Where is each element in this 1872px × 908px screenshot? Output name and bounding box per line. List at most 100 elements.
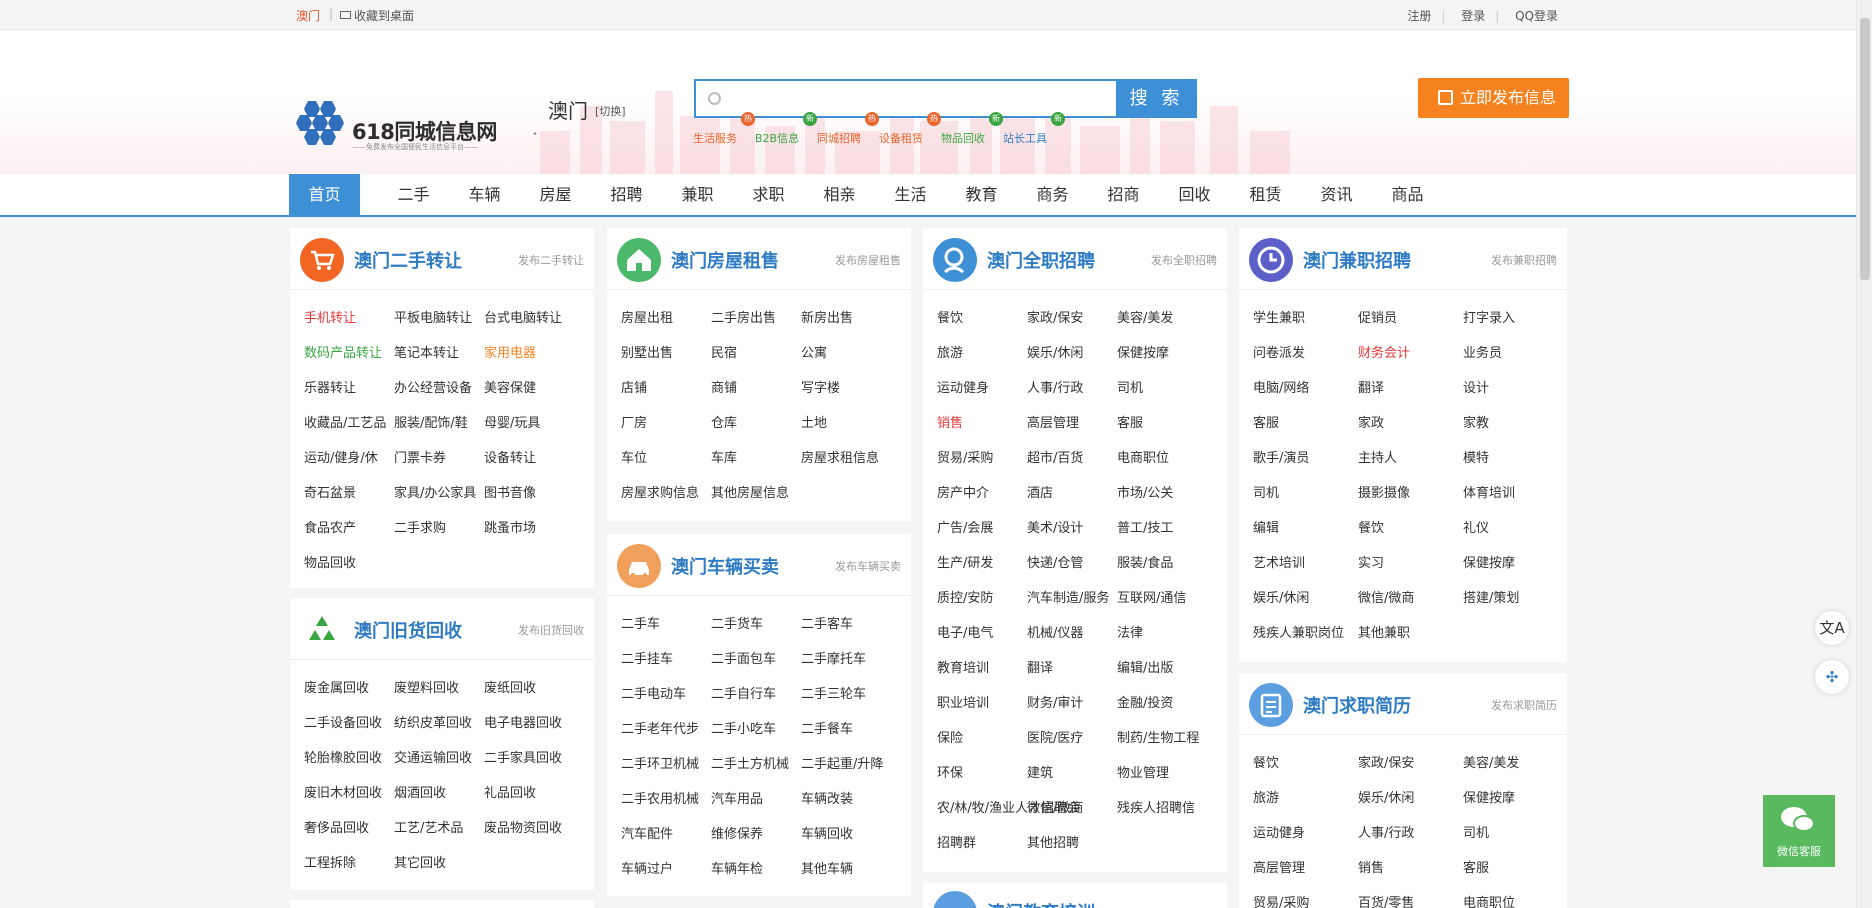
category-link[interactable]: 公寓 (801, 342, 827, 361)
category-link[interactable]: 司机 (1463, 822, 1489, 841)
category-link[interactable]: 二手老年代步 (621, 718, 699, 737)
category-link[interactable]: 保险 (937, 727, 963, 746)
add-favorite-link[interactable]: 收藏到桌面 (340, 7, 414, 24)
category-link[interactable]: 轮胎橡胶回收 (304, 747, 382, 766)
scrollbar[interactable] (1856, 0, 1872, 908)
login-link[interactable]: 登录 (1461, 9, 1485, 23)
category-link[interactable]: 财务会计 (1358, 342, 1410, 361)
category-link[interactable]: 环保 (937, 762, 963, 781)
category-link[interactable]: 写字楼 (801, 377, 840, 396)
nav-item[interactable]: 求职 (733, 174, 804, 215)
category-link[interactable]: 娱乐/休闲 (1253, 587, 1309, 606)
category-link[interactable]: 生产/研发 (937, 552, 993, 571)
category-link[interactable]: 娱乐/休闲 (1027, 342, 1083, 361)
category-link[interactable]: 车库 (711, 447, 737, 466)
quick-link[interactable]: 物品回收 (941, 130, 985, 146)
quick-link[interactable]: 同城招聘 (817, 130, 861, 146)
category-link[interactable]: 二手家具回收 (484, 747, 562, 766)
category-link[interactable]: 招聘群 (937, 832, 976, 851)
category-link[interactable]: 电商职位 (1463, 892, 1515, 908)
category-link[interactable]: 摄影摄像 (1358, 482, 1410, 501)
category-link[interactable]: 别墅出售 (621, 342, 673, 361)
category-link[interactable]: 母婴/玩具 (484, 412, 540, 431)
category-link[interactable]: 广告/会展 (937, 517, 993, 536)
nav-item[interactable]: 招商 (1088, 174, 1159, 215)
post-info-button[interactable]: 立即发布信息 (1418, 78, 1569, 118)
category-link[interactable]: 物业管理 (1117, 762, 1169, 781)
category-link[interactable]: 车辆回收 (801, 823, 853, 842)
category-link[interactable]: 美容/美发 (1463, 752, 1519, 771)
nav-item[interactable]: 首页 (289, 174, 360, 215)
panel-title[interactable]: 澳门求职简历 (1303, 692, 1411, 718)
category-link[interactable]: 搭建/策划 (1463, 587, 1519, 606)
category-link[interactable]: 超市/百货 (1027, 447, 1083, 466)
panel-post-link[interactable]: 发布车辆买卖 (835, 558, 901, 574)
panel-post-link[interactable]: 发布兼职招聘 (1491, 252, 1557, 268)
category-link[interactable]: 客服 (1463, 857, 1489, 876)
category-link[interactable]: 家教 (1463, 412, 1489, 431)
category-link[interactable]: 二手客车 (801, 613, 853, 632)
category-link[interactable]: 食品农产 (304, 517, 356, 536)
category-link[interactable]: 房屋出租 (621, 307, 673, 326)
category-link[interactable]: 汽车配件 (621, 823, 673, 842)
category-link[interactable]: 纺织皮革回收 (394, 712, 472, 731)
nav-item[interactable]: 回收 (1159, 174, 1230, 215)
category-link[interactable]: 运动健身 (937, 377, 989, 396)
category-link[interactable]: 图书音像 (484, 482, 536, 501)
category-link[interactable]: 残疾人兼职岗位 (1253, 622, 1344, 641)
category-link[interactable]: 娱乐/休闲 (1358, 787, 1414, 806)
category-link[interactable]: 二手房出售 (711, 307, 776, 326)
category-link[interactable]: 车辆改装 (801, 788, 853, 807)
nav-item[interactable]: 生活 (875, 174, 946, 215)
category-link[interactable]: 实习 (1358, 552, 1384, 571)
category-link[interactable]: 礼仪 (1463, 517, 1489, 536)
category-link[interactable]: 美术/设计 (1027, 517, 1083, 536)
category-link[interactable]: 奇石盆景 (304, 482, 356, 501)
panel-title[interactable]: 澳门全职招聘 (987, 247, 1095, 273)
panel-post-link[interactable]: 发布求职简历 (1491, 697, 1557, 713)
category-link[interactable]: 美容/美发 (1117, 307, 1173, 326)
category-link[interactable]: 二手小吃车 (711, 718, 776, 737)
category-link[interactable]: 二手起重/升降 (801, 753, 883, 772)
category-link[interactable]: 收藏品/工艺品 (304, 412, 386, 431)
category-link[interactable]: 美容保健 (484, 377, 536, 396)
category-link[interactable]: 二手面包车 (711, 648, 776, 667)
category-link[interactable]: 微信/微商 (1358, 587, 1414, 606)
category-link[interactable]: 废品物资回收 (484, 817, 562, 836)
category-link[interactable]: 车位 (621, 447, 647, 466)
category-link[interactable]: 设备转让 (484, 447, 536, 466)
category-link[interactable]: 跳蚤市场 (484, 517, 536, 536)
category-link[interactable]: 车辆年检 (711, 858, 763, 877)
category-link[interactable]: 旅游 (937, 342, 963, 361)
category-link[interactable]: 贸易/采购 (1253, 892, 1309, 908)
category-link[interactable]: 二手环卫机械 (621, 753, 699, 772)
category-link[interactable]: 酒店 (1027, 482, 1053, 501)
category-link[interactable]: 烟酒回收 (394, 782, 446, 801)
panel-title[interactable]: 澳门教育培训 (987, 899, 1095, 908)
category-link[interactable]: 服装/食品 (1117, 552, 1173, 571)
category-link[interactable]: 保健按摩 (1117, 342, 1169, 361)
category-link[interactable]: 手机转让 (304, 307, 356, 326)
nav-item[interactable]: 租赁 (1230, 174, 1301, 215)
current-city-link[interactable]: 澳门 (296, 7, 320, 24)
category-link[interactable]: 高层管理 (1253, 857, 1305, 876)
category-link[interactable]: 二手餐车 (801, 718, 853, 737)
category-link[interactable]: 保健按摩 (1463, 552, 1515, 571)
category-link[interactable]: 维修保养 (711, 823, 763, 842)
category-link[interactable]: 二手自行车 (711, 683, 776, 702)
category-link[interactable]: 模特 (1463, 447, 1489, 466)
category-link[interactable]: 编辑/出版 (1117, 657, 1173, 676)
panel-title[interactable]: 澳门旧货回收 (354, 617, 462, 643)
category-link[interactable]: 二手摩托车 (801, 648, 866, 667)
category-link[interactable]: 其他房屋信息 (711, 482, 789, 501)
nav-item[interactable]: 招聘 (591, 174, 662, 215)
category-link[interactable]: 快递/仓管 (1027, 552, 1083, 571)
category-link[interactable]: 体育培训 (1463, 482, 1515, 501)
translate-icon[interactable]: 文A (1815, 611, 1849, 645)
category-link[interactable]: 服装/配饰/鞋 (394, 412, 468, 431)
category-link[interactable]: 车辆过户 (621, 858, 673, 877)
nav-item[interactable]: 相亲 (804, 174, 875, 215)
category-link[interactable]: 汽车用品 (711, 788, 763, 807)
category-link[interactable]: 其他兼职 (1358, 622, 1410, 641)
category-link[interactable]: 土地 (801, 412, 827, 431)
